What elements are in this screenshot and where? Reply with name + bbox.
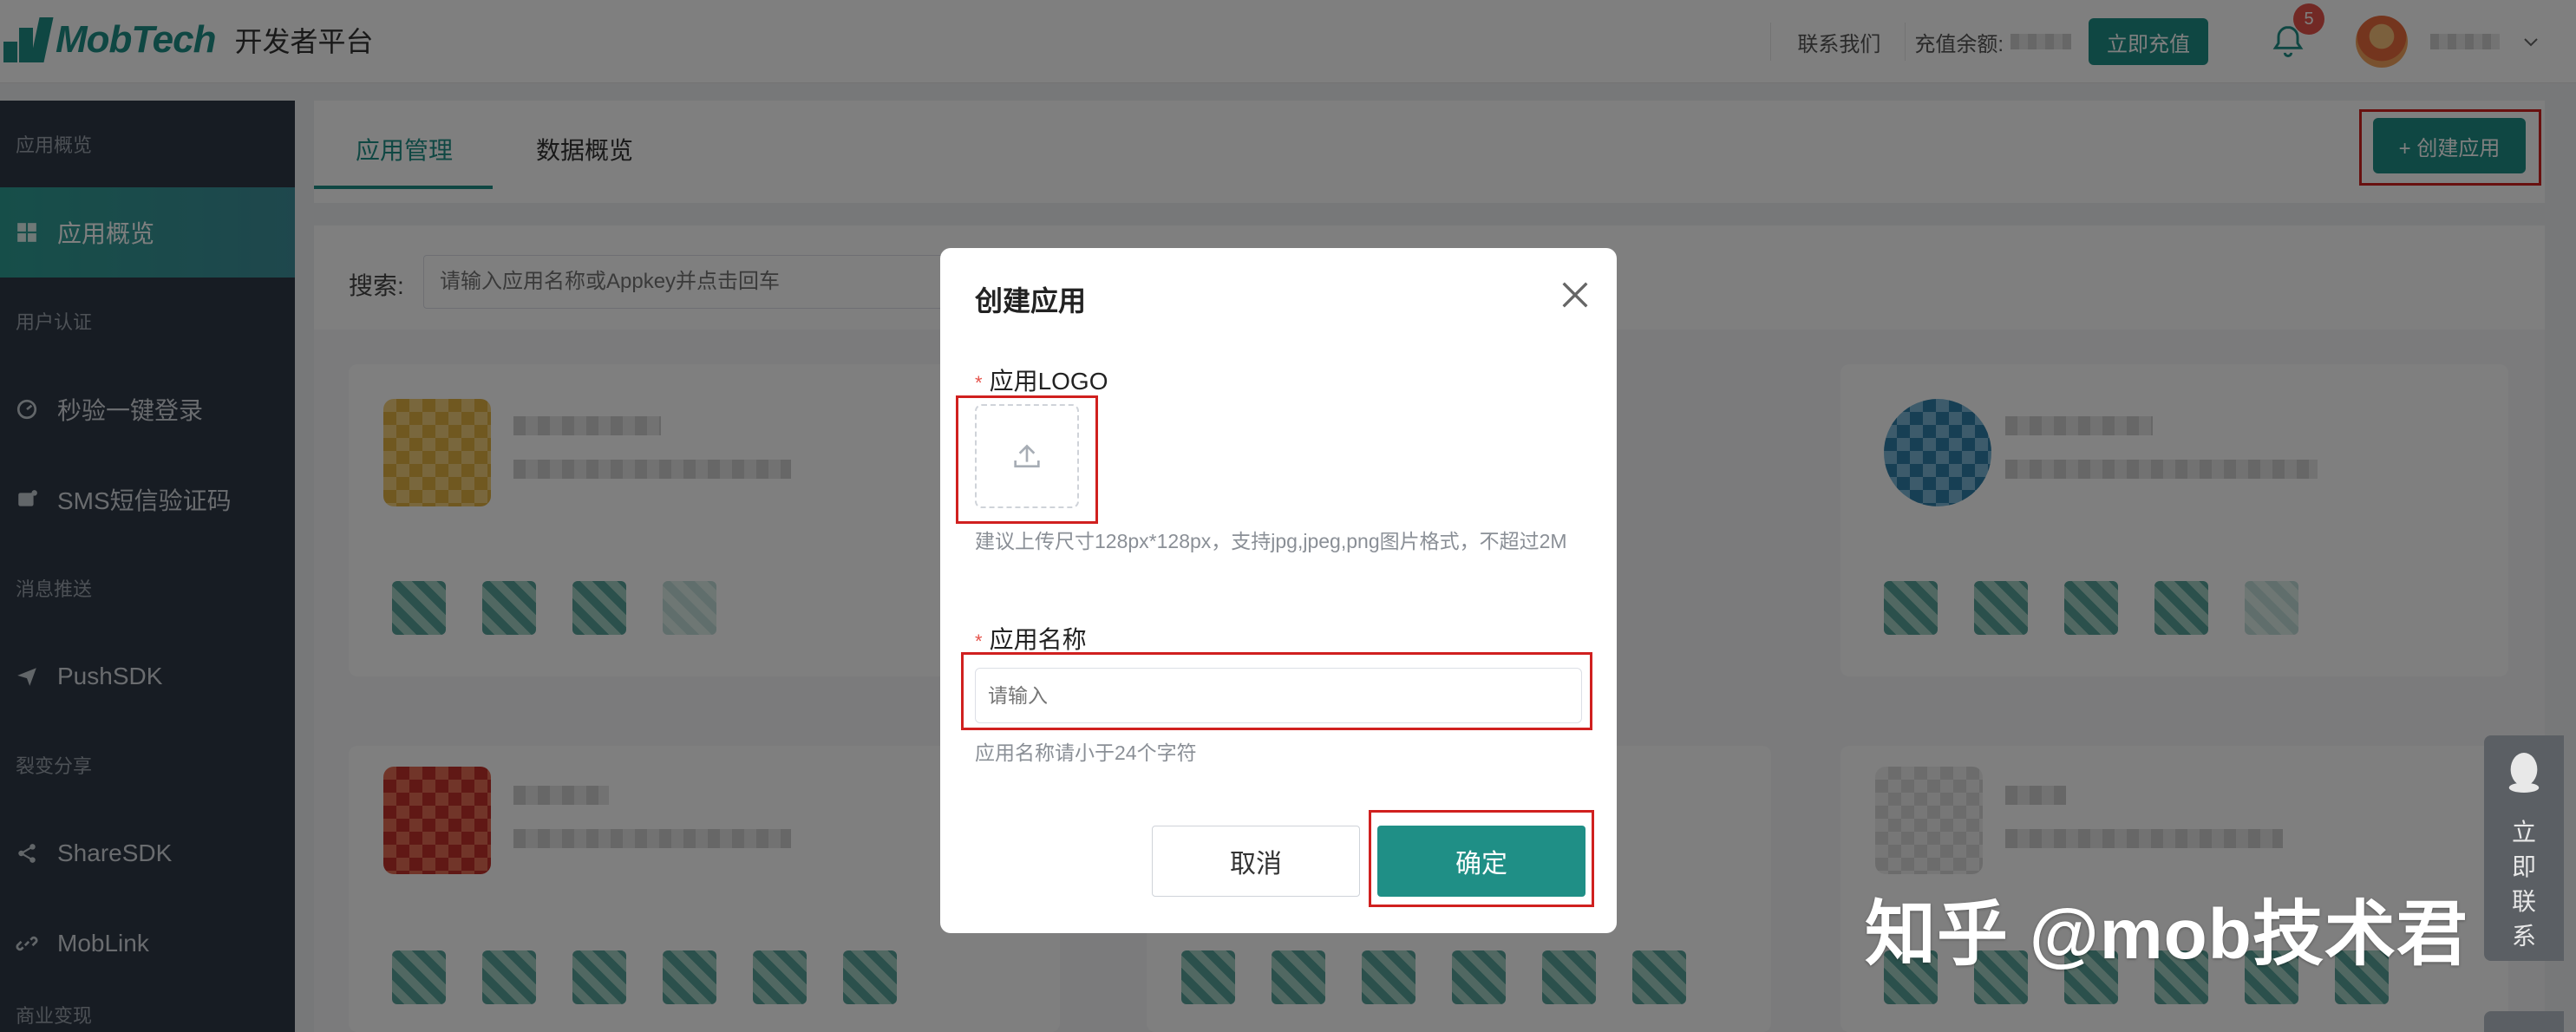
cancel-button[interactable]: 取消 <box>1152 826 1360 897</box>
highlight-name-input <box>961 652 1592 730</box>
highlight-logo-upload <box>956 395 1098 524</box>
dialog-title: 创建应用 <box>975 285 1087 317</box>
name-field-label: * 应用名称 <box>975 626 1087 653</box>
close-icon[interactable] <box>1558 278 1592 312</box>
watermark: 知乎 @mob技术君 <box>1865 895 2468 974</box>
name-hint: 应用名称请小于24个字符 <box>975 741 1197 764</box>
required-marker: * <box>975 372 983 394</box>
required-marker: * <box>975 630 983 652</box>
floating-secondary-button[interactable] <box>2484 1011 2564 1032</box>
floating-contact-button[interactable]: 立即联系 <box>2484 735 2564 961</box>
logo-hint: 建议上传尺寸128px*128px，支持jpg,jpeg,png图片格式，不超过… <box>975 530 1567 552</box>
qq-icon <box>2508 753 2540 793</box>
logo-field-label: * 应用LOGO <box>975 368 1108 395</box>
highlight-confirm-button <box>1369 810 1594 907</box>
contact-text: 立即联系 <box>2511 819 2536 950</box>
